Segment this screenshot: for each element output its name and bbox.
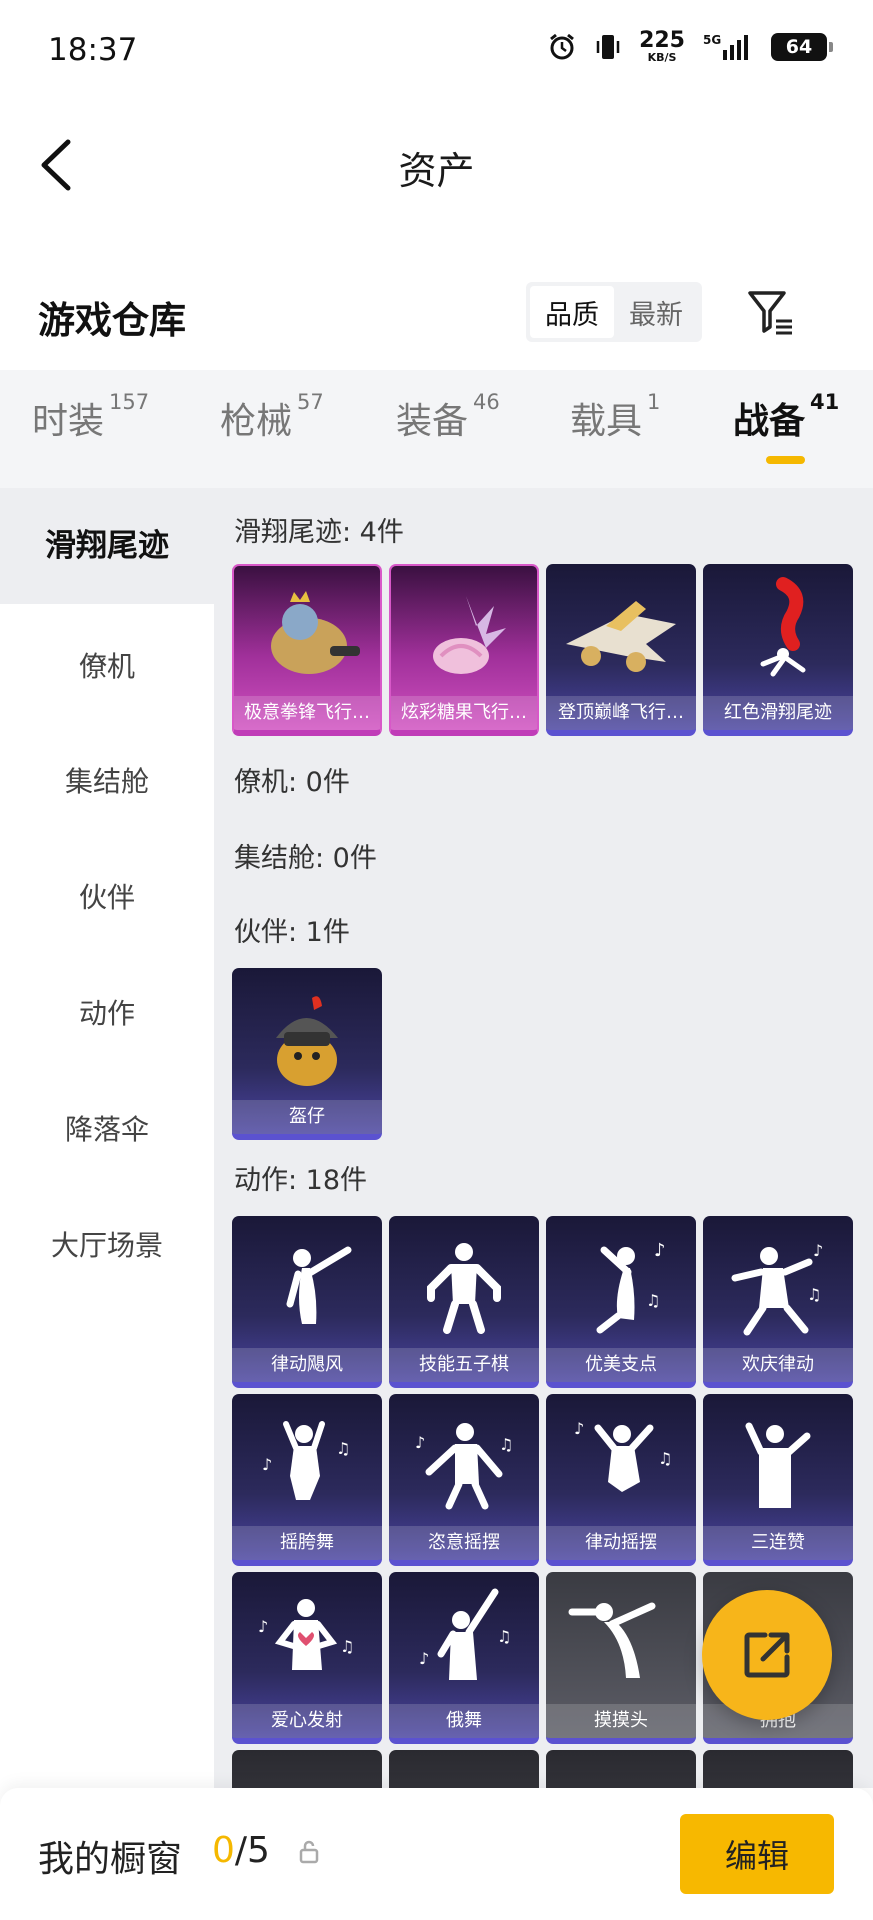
svg-text:♪: ♪ xyxy=(419,1649,429,1668)
item-card[interactable] xyxy=(546,1750,696,1788)
network-speed: 225 KB/S xyxy=(639,28,685,64)
item-card[interactable]: ♪ ♫ 律动摇摆 xyxy=(546,1394,696,1566)
signal-5g-icon: 5G xyxy=(703,33,748,60)
item-card[interactable] xyxy=(389,1750,539,1788)
battery-indicator: 64 xyxy=(771,32,833,61)
alarm-icon xyxy=(550,33,574,59)
item-card[interactable]: ♪ ♫ 欢庆律动 xyxy=(703,1216,853,1388)
svg-text:♫: ♫ xyxy=(658,1449,672,1468)
thumbs-up-figure-icon xyxy=(745,1422,811,1508)
svg-text:♪: ♪ xyxy=(262,1455,272,1474)
showcase-label: 我的橱窗 xyxy=(38,1839,183,1880)
sidebar-item-glide-trail[interactable]: 滑翔尾迹 xyxy=(0,488,214,604)
dancer-figure-icon: ♪♫ xyxy=(262,1421,350,1500)
external-link-icon xyxy=(744,1632,790,1678)
svg-text:♫: ♫ xyxy=(340,1637,354,1656)
active-tab-indicator xyxy=(766,456,805,464)
svg-text:♫: ♫ xyxy=(497,1627,511,1646)
item-card[interactable]: 登顶巅峰飞行… xyxy=(546,564,696,736)
dancer-figure-icon: ♪♫ xyxy=(415,1423,513,1510)
item-card[interactable]: 律动飓风 xyxy=(232,1216,382,1388)
tab-fashion[interactable]: 时装 157 xyxy=(32,390,149,444)
page-title: 资产 xyxy=(398,149,475,193)
lock-icon xyxy=(299,1840,319,1864)
section-title-glide: 滑翔尾迹: 4件 xyxy=(234,517,404,548)
sort-quality-button[interactable]: 品质 xyxy=(530,286,614,338)
item-card[interactable]: 三连赞 xyxy=(703,1394,853,1566)
sidebar-item-pod[interactable]: 集结舱 xyxy=(0,760,214,800)
item-card[interactable]: 极意拳锋飞行… xyxy=(232,564,382,736)
red-smoke-trail-icon xyxy=(760,577,806,677)
svg-text:♪: ♪ xyxy=(258,1617,268,1636)
item-card[interactable]: ♪ ♫ 俄舞 xyxy=(389,1572,539,1744)
helmet-chick-icon xyxy=(276,996,338,1086)
showcase-count: 0/5 xyxy=(212,1830,270,1871)
item-card[interactable]: 摸摸头 xyxy=(546,1572,696,1744)
svg-text:♫: ♫ xyxy=(807,1285,821,1304)
item-card[interactable]: 红色滑翔尾迹 xyxy=(703,564,853,736)
dancer-figure-icon: ♪♫ xyxy=(419,1588,511,1680)
dancer-figure-icon: ♪♫ xyxy=(596,1240,666,1334)
svg-text:♫: ♫ xyxy=(499,1435,513,1454)
filter-icon[interactable] xyxy=(746,287,796,337)
item-card[interactable]: ♪ ♫ 摇胯舞 xyxy=(232,1394,382,1566)
heart-pose-figure-icon: ♪♫ xyxy=(258,1599,354,1670)
section-title-partner: 伙伴: 1件 xyxy=(234,917,350,948)
fist-bear-icon xyxy=(271,591,360,674)
section-title-emote: 动作: 18件 xyxy=(234,1165,368,1196)
item-card[interactable]: 炫彩糖果飞行… xyxy=(389,564,539,736)
candy-icon xyxy=(433,596,506,674)
sidebar-item-lobby-scene[interactable]: 大厅场景 xyxy=(0,1224,214,1264)
section-title-wingman: 僚机: 0件 xyxy=(234,767,350,798)
item-card[interactable]: 盔仔 xyxy=(232,968,382,1140)
sort-newest-button[interactable]: 最新 xyxy=(614,286,698,338)
item-card[interactable] xyxy=(232,1750,382,1788)
share-fab-button[interactable] xyxy=(702,1590,832,1720)
svg-text:♪: ♪ xyxy=(415,1433,425,1452)
sidebar-item-wingman[interactable]: 僚机 xyxy=(0,645,214,685)
vibrate-icon xyxy=(596,34,620,59)
dancer-figure-icon xyxy=(427,1243,501,1334)
sidebar-item-emote[interactable]: 动作 xyxy=(0,992,214,1032)
aircraft-icon xyxy=(566,601,676,672)
edit-button[interactable]: 编辑 xyxy=(680,1814,834,1894)
item-card[interactable] xyxy=(703,1750,853,1788)
status-time: 18:37 xyxy=(48,32,138,68)
sidebar-item-parachute[interactable]: 降落伞 xyxy=(0,1108,214,1148)
svg-text:5G: 5G xyxy=(703,33,721,47)
dancer-figure-icon: ♪♫ xyxy=(574,1419,672,1492)
item-card[interactable]: 技能五子棋 xyxy=(389,1216,539,1388)
section-title-pod: 集结舱: 0件 xyxy=(234,843,377,874)
warehouse-heading: 游戏仓库 xyxy=(38,299,186,342)
dancer-figure-icon: ♪♫ xyxy=(731,1241,823,1336)
pat-head-figure-icon xyxy=(568,1602,656,1678)
status-icons: 225 KB/S 5G 64 xyxy=(547,28,833,64)
tab-readiness[interactable]: 战备 41 xyxy=(733,390,839,444)
svg-text:♪: ♪ xyxy=(654,1240,666,1261)
item-card[interactable]: ♪ ♫ 优美支点 xyxy=(546,1216,696,1388)
item-card[interactable]: ♪ ♫ 爱心发射 xyxy=(232,1572,382,1744)
tab-equipment[interactable]: 装备 46 xyxy=(396,390,500,444)
svg-text:♫: ♫ xyxy=(646,1291,660,1310)
svg-text:♪: ♪ xyxy=(574,1419,584,1438)
dancer-figure-icon xyxy=(286,1246,352,1324)
tab-guns[interactable]: 枪械 57 xyxy=(220,390,324,444)
sidebar-item-partner[interactable]: 伙伴 xyxy=(0,876,214,916)
sort-toggle: 品质 最新 xyxy=(526,282,702,342)
svg-text:♪: ♪ xyxy=(813,1241,823,1260)
svg-text:♫: ♫ xyxy=(336,1439,350,1458)
tab-vehicles[interactable]: 载具 1 xyxy=(570,390,660,444)
item-card[interactable]: ♪ ♫ 恣意摇摆 xyxy=(389,1394,539,1566)
